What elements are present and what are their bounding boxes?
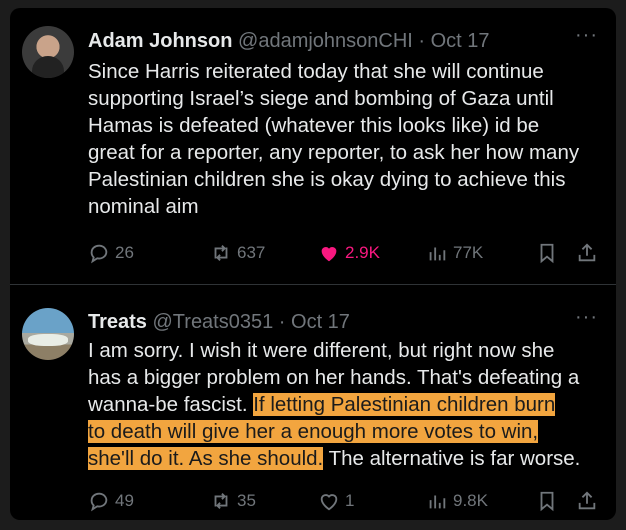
screenshot-frame: Adam Johnson @adamjohnsonCHI · Oct 17 ··… xyxy=(0,0,626,530)
like-button[interactable]: 2.9K xyxy=(318,240,380,266)
bookmark-icon xyxy=(540,491,554,512)
tweet-text: I am sorry. I wish it were different, bu… xyxy=(88,337,608,472)
repost-icon xyxy=(214,245,228,261)
reply-icon xyxy=(90,244,108,264)
text-line: great for a reporter, any reporter, to a… xyxy=(88,139,608,166)
views-icon xyxy=(429,247,446,261)
text-line: to death will give her a enough more vot… xyxy=(88,418,608,445)
timeline-panel: Adam Johnson @adamjohnsonCHI · Oct 17 ··… xyxy=(10,8,616,520)
like-count: 2.9K xyxy=(345,243,380,262)
highlighted-text: she'll do it. As she should. xyxy=(88,447,324,470)
more-options-icon[interactable]: ··· xyxy=(575,306,598,329)
text-line: Hamas is defeated (whatever this looks l… xyxy=(88,114,540,137)
avatar-figure xyxy=(28,334,68,346)
view-count: 9.8K xyxy=(453,491,488,510)
handle-and-date[interactable]: @adamjohnsonCHI · Oct 17 xyxy=(238,30,490,52)
views-icon xyxy=(429,495,446,509)
text-line-content: great for a reporter, any reporter, to a… xyxy=(88,141,580,164)
text-line: wanna-be fascist. If letting Palestinian… xyxy=(88,391,608,418)
tweet[interactable]: Adam Johnson @adamjohnsonCHI · Oct 17 ··… xyxy=(10,8,616,282)
tweet-divider xyxy=(10,284,616,285)
more-options-icon[interactable]: ··· xyxy=(575,24,598,47)
display-name[interactable]: Treats xyxy=(88,311,147,333)
view-count: 77K xyxy=(453,243,484,262)
avatar[interactable] xyxy=(22,26,74,78)
like-count: 1 xyxy=(345,491,355,510)
handle-and-date[interactable]: @Treats0351 · Oct 17 xyxy=(153,311,350,333)
repost-icon xyxy=(214,493,228,509)
text-line: Since Harris reiterated today that she w… xyxy=(88,60,544,83)
avatar-figure xyxy=(32,56,64,78)
action-bar: 49 35 1 9.8K xyxy=(88,488,608,514)
text-line: I am sorry. I wish it were different, bu… xyxy=(88,339,555,362)
action-bar: 26 637 2.9K 77K xyxy=(88,240,608,266)
repost-button[interactable]: 637 xyxy=(210,240,265,266)
share-button[interactable] xyxy=(576,488,598,514)
heart-outline-icon xyxy=(320,494,338,511)
share-button[interactable] xyxy=(576,240,598,266)
reply-icon xyxy=(90,492,108,512)
text-line: supporting Israel’s siege and bombing of… xyxy=(88,87,554,110)
text-line: Palestinian children she is okay dying t… xyxy=(88,168,566,191)
tweet-header: Treats @Treats0351 · Oct 17 xyxy=(88,309,350,335)
repost-count: 637 xyxy=(237,243,266,262)
share-icon xyxy=(578,243,596,262)
views-button[interactable]: 77K xyxy=(426,240,483,266)
text-line: has a bigger problem on her hands. That'… xyxy=(88,366,580,389)
text-line: nominal aim xyxy=(88,195,199,218)
bookmark-button[interactable] xyxy=(536,240,558,266)
reply-count: 26 xyxy=(115,243,134,262)
reply-button[interactable]: 26 xyxy=(88,240,134,266)
text-line: she'll do it. As she should. The alterna… xyxy=(88,445,608,472)
bookmark-button[interactable] xyxy=(536,488,558,514)
tweet-text: Since Harris reiterated today that she w… xyxy=(88,58,608,220)
views-button[interactable]: 9.8K xyxy=(426,488,488,514)
repost-count: 35 xyxy=(237,491,256,510)
display-name[interactable]: Adam Johnson xyxy=(88,30,232,52)
reply-count: 49 xyxy=(115,491,134,510)
tweet[interactable]: Treats @Treats0351 · Oct 17 ··· I am sor… xyxy=(10,290,616,520)
highlighted-text: to death will give her a enough more vot… xyxy=(88,420,539,443)
tweet-header: Adam Johnson @adamjohnsonCHI · Oct 17 xyxy=(88,28,490,54)
text-segment: The alternative is far worse. xyxy=(323,447,581,470)
repost-button[interactable]: 35 xyxy=(210,488,256,514)
share-icon xyxy=(578,491,596,510)
reply-button[interactable]: 49 xyxy=(88,488,134,514)
bookmark-icon xyxy=(540,243,554,264)
heart-filled-icon xyxy=(321,247,337,262)
text-segment: wanna-be fascist. xyxy=(88,393,254,416)
highlighted-text: If letting Palestinian children burn xyxy=(253,393,556,416)
like-button[interactable]: 1 xyxy=(318,488,354,514)
avatar[interactable] xyxy=(22,308,74,360)
